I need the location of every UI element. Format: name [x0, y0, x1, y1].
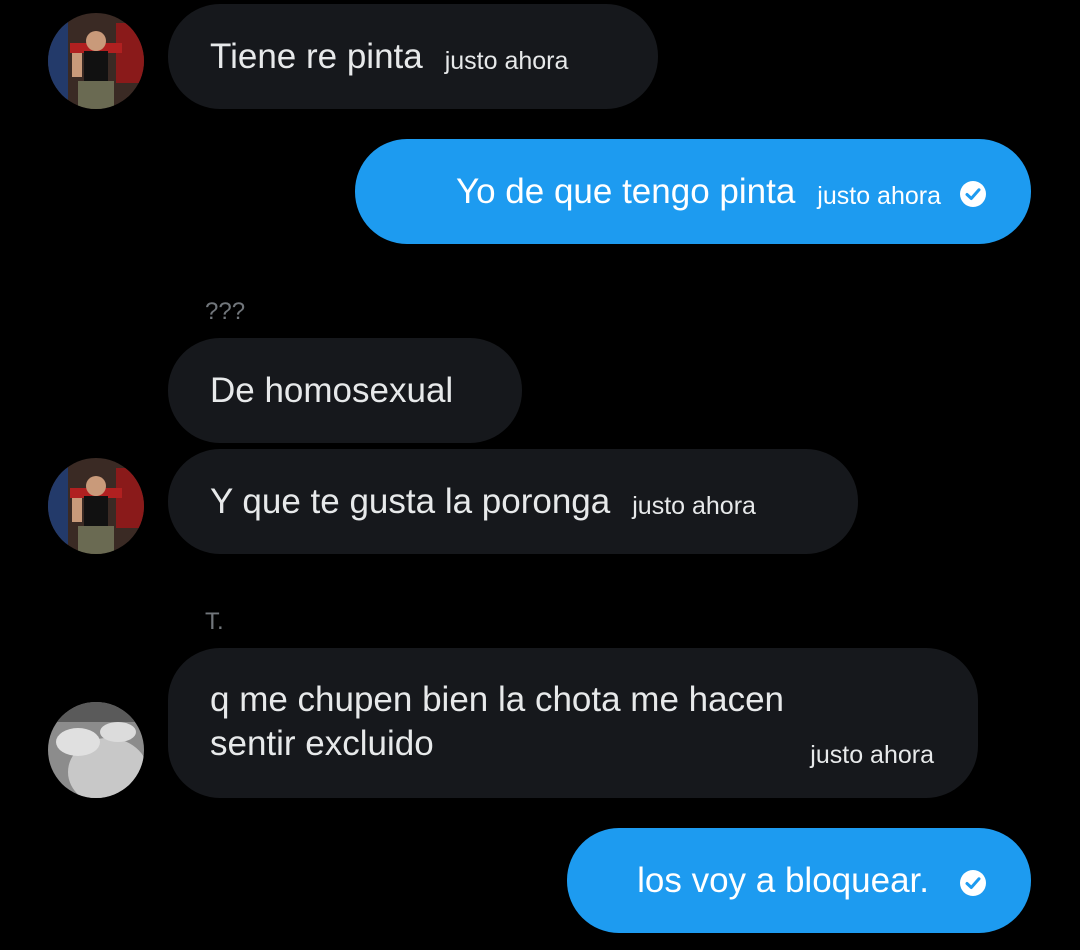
incoming-message[interactable]: Y que te gusta la poronga justo ahora — [168, 449, 858, 554]
check-circle-icon — [959, 869, 987, 897]
avatar[interactable] — [48, 702, 144, 798]
incoming-message[interactable]: q me chupen bien la chota me hacen senti… — [168, 648, 978, 798]
outgoing-message[interactable]: Yo de que tengo pinta justo ahora — [355, 139, 1031, 244]
message-timestamp: justo ahora — [444, 46, 569, 75]
avatar[interactable] — [48, 458, 144, 554]
message-text: De homosexual — [210, 370, 454, 410]
message-text: q me chupen bien la chota me hacen — [210, 680, 784, 719]
message-text: Y que te gusta la poronga — [210, 481, 611, 521]
check-circle-icon — [959, 180, 987, 208]
sender-name: ??? — [205, 298, 246, 325]
message-text: los voy a bloquear. — [637, 860, 929, 900]
avatar-photo-icon — [48, 13, 144, 109]
incoming-message[interactable]: Tiene re pinta justo ahora — [168, 4, 658, 109]
message-timestamp: justo ahora — [810, 741, 934, 769]
message-text: Tiene re pinta — [210, 36, 423, 76]
sender-name: T. — [205, 608, 224, 635]
chat-thread: Tiene re pinta justo ahora Yo de que ten… — [0, 0, 1080, 950]
avatar[interactable] — [48, 13, 144, 109]
avatar-photo-icon — [48, 458, 144, 554]
avatar-photo-icon — [48, 702, 144, 798]
message-text: Yo de que tengo pinta — [455, 171, 796, 211]
message-timestamp: justo ahora — [817, 181, 941, 210]
message-timestamp: justo ahora — [632, 491, 756, 520]
outgoing-message[interactable]: los voy a bloquear. — [567, 828, 1031, 933]
incoming-message[interactable]: De homosexual — [168, 338, 522, 443]
message-text: sentir excluido — [210, 724, 434, 763]
